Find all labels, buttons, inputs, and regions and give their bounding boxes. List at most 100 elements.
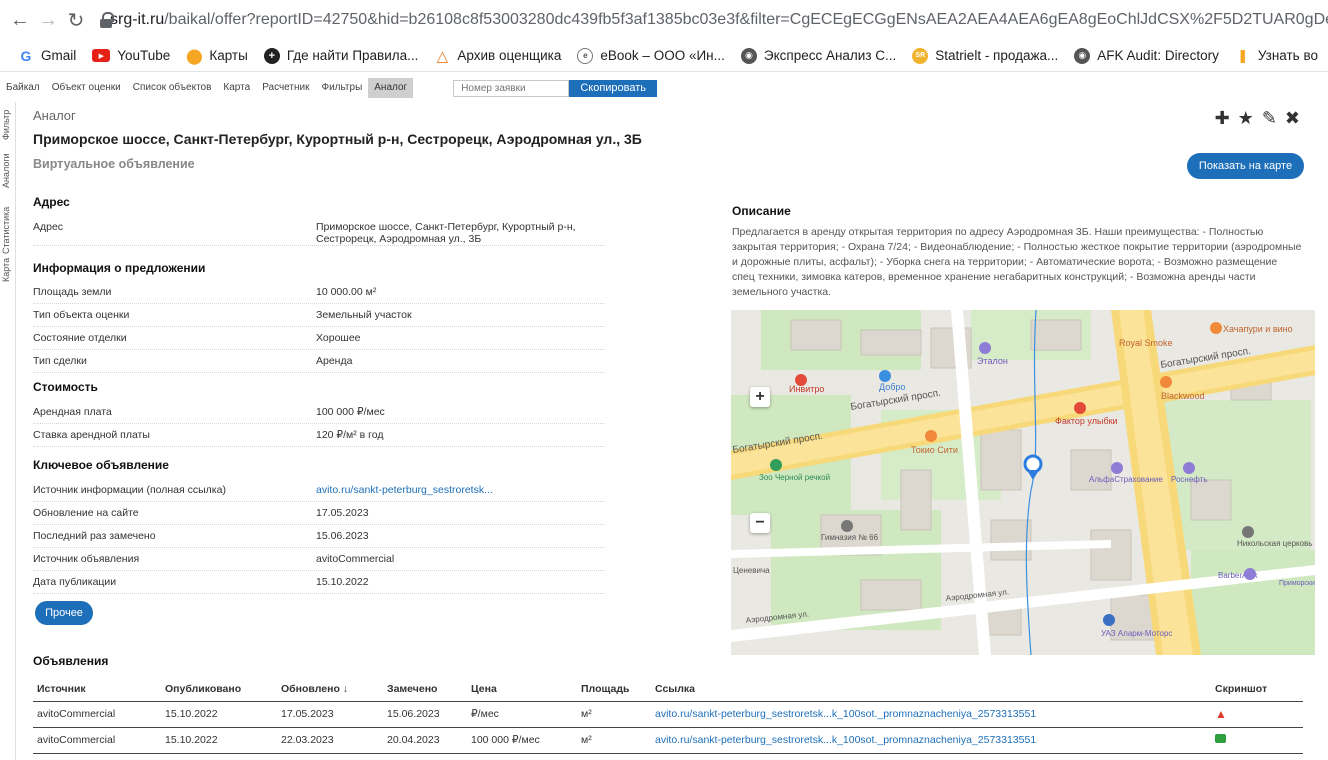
map-label: Гимназия № 66	[821, 533, 879, 542]
map-label: Зоо Черной речкой	[759, 473, 830, 482]
bookmark-label: eBook – ООО «Ин...	[600, 48, 725, 63]
star-icon[interactable]: ★	[1238, 108, 1254, 129]
cell-published: 15.10.2022	[161, 701, 277, 728]
bookmark-gmail[interactable]: G Gmail	[18, 48, 77, 64]
copy-button[interactable]: Скопировать	[569, 79, 658, 97]
warning-icon[interactable]: ▲	[1215, 707, 1227, 721]
forward-icon[interactable]: →	[34, 9, 62, 32]
menu-item-map[interactable]: Карта	[217, 78, 256, 98]
field-row: Дата публикации 15.10.2022	[33, 571, 605, 594]
other-button[interactable]: Прочее	[35, 601, 93, 625]
field-label: Адрес	[33, 221, 64, 233]
cell-published: 15.10.2022	[161, 727, 277, 754]
zoom-out-button[interactable]: −	[750, 513, 770, 533]
field-row: Тип объекта оценки Земельный участок	[33, 304, 605, 327]
source-link[interactable]: avito.ru/sankt-peterburg_sestroretsk...	[316, 484, 493, 496]
bookmark-youtube[interactable]: ▶ YouTube	[92, 48, 170, 63]
cell-source: avitoCommercial	[33, 701, 161, 728]
cell-link[interactable]: avito.ru/sankt-peterburg_sestroretsk...k…	[651, 727, 1211, 754]
triangle-icon: △	[436, 47, 449, 65]
show-on-map-button[interactable]: Показать на карте	[1187, 153, 1304, 179]
field-value: Аренда	[316, 355, 353, 367]
map-label: Добро	[879, 382, 905, 392]
side-tab-analogs[interactable]: Аналоги	[1, 153, 11, 188]
bookmark-ebook[interactable]: e eBook – ООО «Ин...	[577, 47, 725, 64]
zoom-in-button[interactable]: +	[750, 387, 770, 407]
map-canvas: Богатырский просп. Богатырский просп. Бо…	[731, 310, 1315, 655]
request-number-input[interactable]	[453, 79, 570, 97]
section-heading-offer: Информация о предложении	[33, 261, 206, 275]
field-value: 17.05.2023	[316, 507, 369, 519]
menu-item-object-list[interactable]: Список объектов	[127, 78, 218, 98]
globe-icon: ◉	[740, 47, 757, 64]
field-label: Дата публикации	[33, 576, 117, 588]
table-row: avitoCommercial 15.10.2022 17.05.2023 15…	[33, 701, 1303, 728]
close-icon[interactable]: ✖	[1285, 108, 1300, 129]
menu-item-baikal[interactable]: Байкал	[0, 78, 46, 98]
bookmark-afk[interactable]: ◉ AFK Audit: Directory	[1074, 47, 1219, 64]
cell-updated: 17.05.2023	[277, 701, 383, 728]
map-label: Токио Сити	[911, 445, 958, 455]
field-label: Последний раз замечено	[33, 530, 156, 542]
map-label: Роснефть	[1171, 475, 1208, 484]
column-header[interactable]: Опубликовано	[161, 677, 277, 702]
field-value: Хорошее	[316, 332, 361, 344]
field-row: Источник информации (полная ссылка) avit…	[33, 479, 605, 502]
cell-area: м²	[577, 701, 651, 728]
bookmark-archive[interactable]: △ Архив оценщика	[434, 47, 562, 65]
column-header[interactable]: Ссылка	[651, 677, 1211, 702]
flag-icon: ❚	[1237, 47, 1249, 63]
map-view[interactable]: Богатырский просп. Богатырский просп. Бо…	[731, 310, 1315, 655]
cell-seen: 15.06.2023	[383, 701, 467, 728]
bookmark-express[interactable]: ◉ Экспресс Анализ С...	[740, 47, 896, 64]
section-heading-cost: Стоимость	[33, 380, 98, 394]
column-header[interactable]: Обновлено ↓	[277, 677, 383, 702]
menu-item-object[interactable]: Объект оценки	[46, 78, 127, 98]
url-host: srg-it.ru	[110, 11, 165, 28]
image-icon[interactable]	[1215, 734, 1226, 743]
field-value: Земельный участок	[316, 309, 412, 321]
column-header[interactable]: Площадь	[577, 677, 651, 702]
side-tab-statistics[interactable]: Статистика	[1, 207, 11, 254]
plus-icon[interactable]: ✚	[1215, 108, 1230, 129]
cell-link[interactable]: avito.ru/sankt-peterburg_sestroretsk...k…	[651, 701, 1211, 728]
ebook-icon: e	[577, 47, 594, 64]
menu-item-calculator[interactable]: Расчетник	[256, 78, 315, 98]
side-tab-map[interactable]: Карта	[1, 258, 11, 282]
address-bar[interactable]: srg-it.ru/baikal/offer?reportID=42750&hi…	[100, 5, 1328, 35]
back-icon[interactable]: ←	[6, 9, 34, 32]
globe-icon: ◉	[1074, 47, 1091, 64]
map-label: Инвитро	[789, 384, 824, 394]
announcements-heading: Объявления	[33, 654, 109, 668]
menu-item-analog[interactable]: Аналог	[368, 78, 414, 98]
map-label: Эталон	[977, 356, 1008, 366]
reload-icon[interactable]: ↻	[62, 8, 90, 33]
cell-price: ₽/мес	[467, 701, 577, 728]
menu-item-filters[interactable]: Фильтры	[315, 78, 368, 98]
column-header[interactable]: Замечено	[383, 677, 467, 702]
field-row: Источник объявления avitoCommercial	[33, 548, 605, 571]
bookmark-label: YouTube	[117, 48, 171, 63]
bookmark-maps[interactable]: ⬤ Карты	[186, 48, 248, 65]
bookmark-label: Statrielt - продажа...	[935, 48, 1059, 63]
field-row: Состояние отделки Хорошее	[33, 327, 605, 350]
youtube-icon: ▶	[92, 49, 111, 62]
page-title: Приморское шоссе, Санкт-Петербург, Курор…	[33, 131, 642, 147]
field-row: Адрес Приморское шоссе, Санкт-Петербург,…	[33, 216, 605, 246]
bookmark-rules[interactable]: + Где найти Правила...	[263, 47, 419, 64]
field-value: 15.06.2023	[316, 530, 369, 542]
section-heading-address: Адрес	[33, 195, 70, 209]
field-value: Приморское шоссе, Санкт-Петербург, Курор…	[316, 221, 576, 245]
column-header[interactable]: Цена	[467, 677, 577, 702]
cell-price: 100 000 ₽/мес	[467, 727, 577, 754]
cell-source: avitoCommercial	[33, 727, 161, 754]
column-header[interactable]: Скриншот	[1211, 677, 1303, 702]
bookmark-statrielt[interactable]: SR Statrielt - продажа...	[912, 47, 1059, 64]
edit-icon[interactable]: ✎	[1262, 108, 1277, 129]
field-row: Последний раз замечено 15.06.2023	[33, 525, 605, 548]
bookmark-learn[interactable]: ❚ Узнать во	[1235, 48, 1318, 64]
bookmarks-bar: G Gmail ▶ YouTube ⬤ Карты + Где найти Пр…	[0, 40, 1328, 72]
column-header[interactable]: Источник	[33, 677, 161, 702]
side-tab-filter[interactable]: Фильтр	[1, 110, 11, 140]
bookmark-label: Где найти Правила...	[286, 48, 419, 63]
